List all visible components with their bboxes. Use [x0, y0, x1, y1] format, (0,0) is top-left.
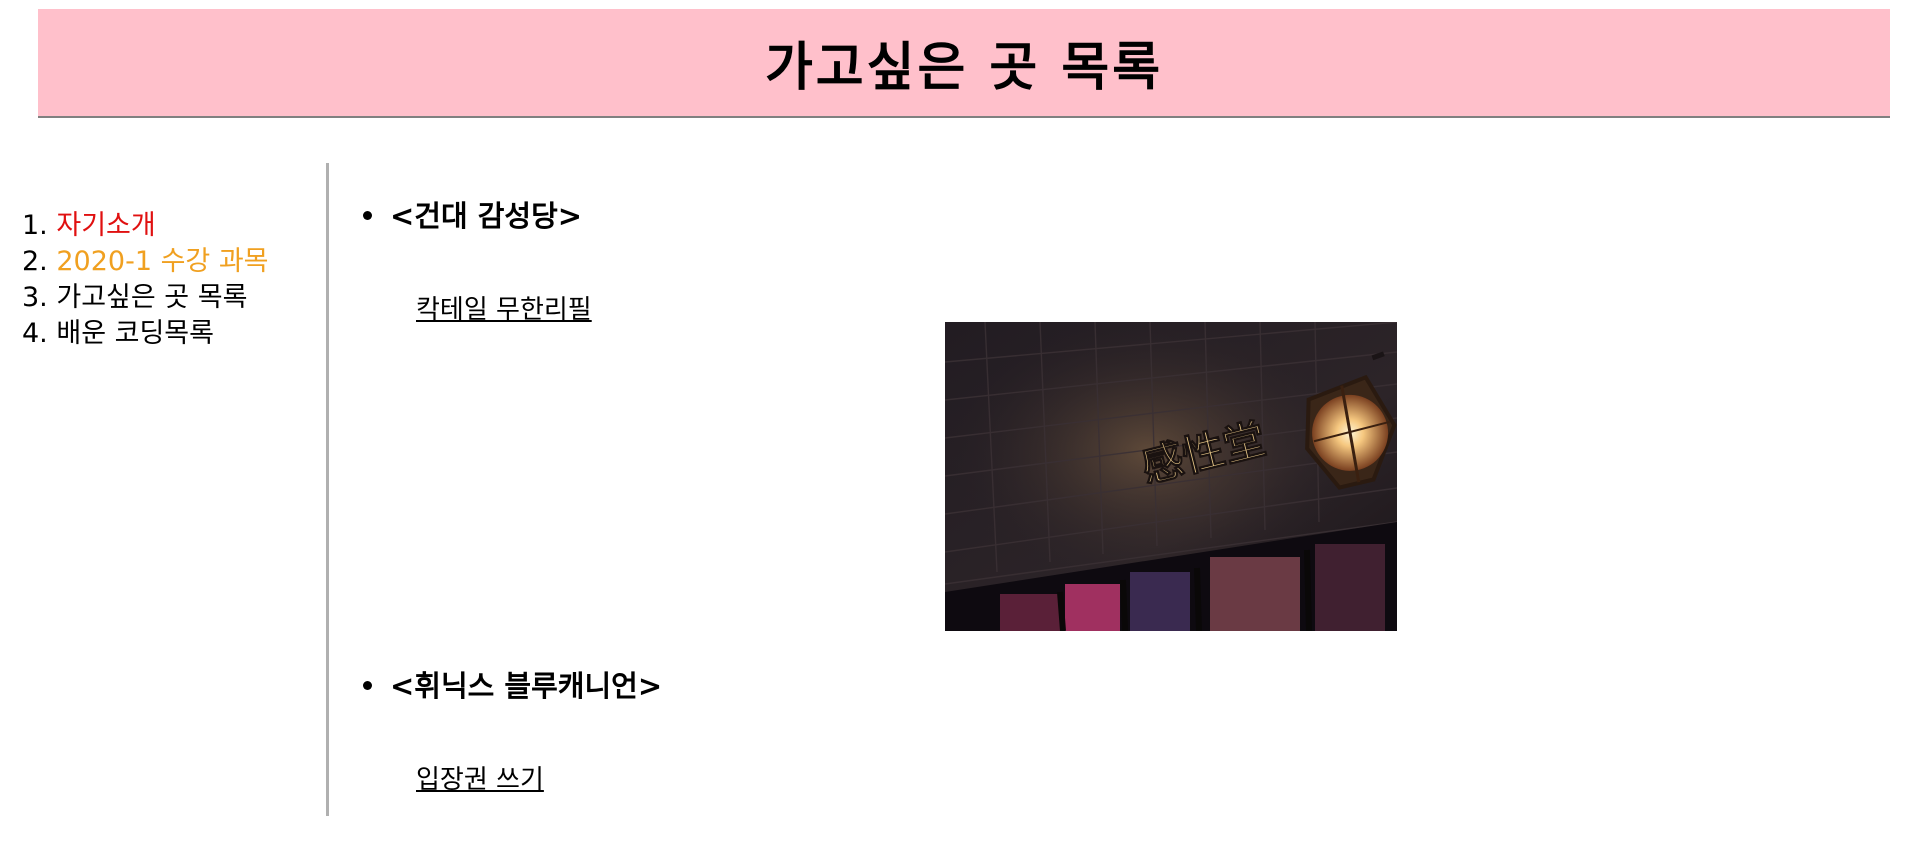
place-title-gamseongdang: <건대 감성당> — [362, 193, 582, 235]
nav-item-number: 1. — [22, 210, 48, 241]
nav-item-number: 2. — [22, 246, 48, 277]
nav-item-courses[interactable]: 2. 2020-1 수강 과목 — [22, 244, 269, 280]
sidebar-nav: 1. 자기소개 2. 2020-1 수강 과목 3. 가고싶은 곳 목록 4. … — [0, 163, 329, 816]
nav-link-intro[interactable]: 자기소개 — [56, 210, 155, 241]
nav-link-coding[interactable]: 배운 코딩목록 — [56, 318, 214, 349]
photo-illustration: 感性堂 — [945, 322, 1397, 631]
main-content: <건대 감성당> 칵테일 무한리필 感性堂 <휘닉스 블루캐니언> 입장권 쓰기 — [329, 163, 1889, 816]
nav-item-coding[interactable]: 4. 배운 코딩목록 — [22, 316, 269, 352]
place-link-cocktail[interactable]: 칵테일 무한리필 — [416, 289, 592, 326]
nav-item-number: 3. — [22, 282, 48, 313]
nav-link-places[interactable]: 가고싶은 곳 목록 — [56, 282, 247, 313]
nav-item-places[interactable]: 3. 가고싶은 곳 목록 — [22, 280, 269, 316]
nav-list: 1. 자기소개 2. 2020-1 수강 과목 3. 가고싶은 곳 목록 4. … — [22, 208, 269, 352]
place-photo-gamseongdang: 感性堂 — [945, 322, 1397, 631]
place-link-ticket[interactable]: 입장권 쓰기 — [416, 759, 544, 796]
page-header: 가고싶은 곳 목록 — [38, 9, 1890, 118]
nav-link-courses[interactable]: 2020-1 수강 과목 — [56, 246, 268, 277]
place-title-bluecanyon: <휘닉스 블루캐니언> — [362, 663, 662, 705]
nav-item-intro[interactable]: 1. 자기소개 — [22, 208, 269, 244]
page-title: 가고싶은 곳 목록 — [764, 37, 1164, 98]
nav-item-number: 4. — [22, 318, 48, 349]
